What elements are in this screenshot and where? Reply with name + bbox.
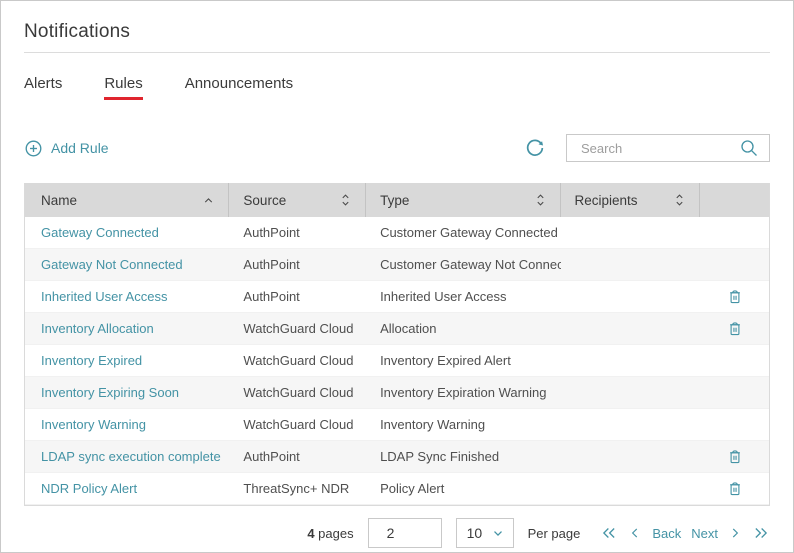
- current-page-input[interactable]: [368, 518, 442, 548]
- search-box: [566, 134, 770, 162]
- rule-name-link[interactable]: Inventory Expiring Soon: [41, 385, 179, 400]
- per-page-select[interactable]: 10: [456, 518, 514, 548]
- type-cell: Policy Alert: [366, 481, 560, 496]
- column-header-source[interactable]: Source: [229, 183, 366, 217]
- trash-icon: [726, 287, 744, 306]
- table-row: Inventory Expiring Soon WatchGuard Cloud…: [25, 377, 769, 409]
- source-cell: AuthPoint: [229, 225, 366, 240]
- type-cell: LDAP Sync Finished: [366, 449, 560, 464]
- next-page-button[interactable]: [728, 525, 742, 541]
- source-cell: ThreatSync+ NDR: [229, 481, 366, 496]
- source-cell: WatchGuard Cloud: [229, 417, 366, 432]
- add-rule-button[interactable]: Add Rule: [24, 139, 109, 158]
- toolbar-right: [524, 134, 770, 162]
- next-button[interactable]: Next: [691, 526, 718, 541]
- column-header-type[interactable]: Type: [366, 183, 560, 217]
- table-row: LDAP sync execution complete AuthPoint L…: [25, 441, 769, 473]
- sort-both-icon: [534, 192, 547, 208]
- tab-alerts[interactable]: Alerts: [24, 75, 62, 100]
- column-header-actions: [700, 183, 769, 217]
- delete-rule-button[interactable]: [726, 447, 744, 466]
- source-cell: WatchGuard Cloud: [229, 321, 366, 336]
- pages-count-label: 4 pages: [307, 526, 353, 541]
- sort-ascending-icon: [202, 194, 215, 207]
- rule-name-link[interactable]: Inventory Expired: [41, 353, 142, 368]
- table-row: Inventory Allocation WatchGuard Cloud Al…: [25, 313, 769, 345]
- rule-name-link[interactable]: Inventory Allocation: [41, 321, 154, 336]
- type-cell: Inventory Warning: [366, 417, 560, 432]
- rules-table: Name Source Type Recipients: [24, 183, 770, 506]
- table-row: Inventory Warning WatchGuard Cloud Inven…: [25, 409, 769, 441]
- page-container: Notifications Alerts Rules Announcements…: [0, 0, 794, 553]
- chevron-right-icon: [728, 525, 742, 541]
- delete-rule-button[interactable]: [726, 287, 744, 306]
- type-cell: Inherited User Access: [366, 289, 560, 304]
- chevron-down-icon: [491, 526, 505, 540]
- title-divider: [24, 52, 770, 53]
- prev-page-button[interactable]: [628, 525, 642, 541]
- refresh-button[interactable]: [524, 137, 546, 159]
- table-row: Gateway Connected AuthPoint Customer Gat…: [25, 217, 769, 249]
- page-title: Notifications: [24, 21, 770, 43]
- pages-count: 4: [307, 526, 314, 541]
- rule-name-link[interactable]: Inherited User Access: [41, 289, 167, 304]
- delete-rule-button[interactable]: [726, 319, 744, 338]
- type-cell: Customer Gateway Connected: [366, 225, 560, 240]
- toolbar: Add Rule: [24, 133, 770, 163]
- search-icon[interactable]: [739, 138, 759, 158]
- tab-announcements[interactable]: Announcements: [185, 75, 293, 100]
- rule-name-link[interactable]: Gateway Not Connected: [41, 257, 183, 272]
- search-input[interactable]: [581, 141, 739, 156]
- pagination-nav: Back Next: [600, 525, 770, 541]
- source-cell: AuthPoint: [229, 289, 366, 304]
- table-row: Gateway Not Connected AuthPoint Customer…: [25, 249, 769, 281]
- add-rule-label: Add Rule: [51, 140, 109, 156]
- rule-name-link[interactable]: NDR Policy Alert: [41, 481, 137, 496]
- column-header-name[interactable]: Name: [25, 183, 229, 217]
- type-cell: Inventory Expired Alert: [366, 353, 560, 368]
- plus-circle-icon: [24, 139, 43, 158]
- type-cell: Customer Gateway Not Connected: [366, 257, 560, 272]
- trash-icon: [726, 479, 744, 498]
- trash-icon: [726, 447, 744, 466]
- source-cell: AuthPoint: [229, 257, 366, 272]
- tab-bar: Alerts Rules Announcements: [24, 75, 770, 100]
- rule-name-link[interactable]: LDAP sync execution complete: [41, 449, 221, 464]
- table-row: Inherited User Access AuthPoint Inherite…: [25, 281, 769, 313]
- per-page-label: Per page: [528, 526, 581, 541]
- type-cell: Inventory Expiration Warning: [366, 385, 560, 400]
- source-cell: WatchGuard Cloud: [229, 353, 366, 368]
- sort-both-icon: [673, 192, 686, 208]
- refresh-icon: [524, 137, 546, 159]
- source-cell: AuthPoint: [229, 449, 366, 464]
- pages-label: pages: [318, 526, 353, 541]
- source-cell: WatchGuard Cloud: [229, 385, 366, 400]
- trash-icon: [726, 319, 744, 338]
- double-chevron-right-icon: [752, 525, 770, 541]
- first-page-button[interactable]: [600, 525, 618, 541]
- tab-rules[interactable]: Rules: [104, 75, 142, 100]
- last-page-button[interactable]: [752, 525, 770, 541]
- rule-name-link[interactable]: Inventory Warning: [41, 417, 146, 432]
- table-row: NDR Policy Alert ThreatSync+ NDR Policy …: [25, 473, 769, 505]
- back-button[interactable]: Back: [652, 526, 681, 541]
- type-cell: Allocation: [366, 321, 560, 336]
- column-header-recipients[interactable]: Recipients: [561, 183, 701, 217]
- table-header-row: Name Source Type Recipients: [25, 183, 769, 217]
- delete-rule-button[interactable]: [726, 479, 744, 498]
- rule-name-link[interactable]: Gateway Connected: [41, 225, 159, 240]
- table-row: Inventory Expired WatchGuard Cloud Inven…: [25, 345, 769, 377]
- chevron-left-icon: [628, 525, 642, 541]
- per-page-value: 10: [467, 525, 483, 541]
- pagination-bar: 4 pages 10 Per page Back Next: [24, 518, 770, 548]
- double-chevron-left-icon: [600, 525, 618, 541]
- sort-both-icon: [339, 192, 352, 208]
